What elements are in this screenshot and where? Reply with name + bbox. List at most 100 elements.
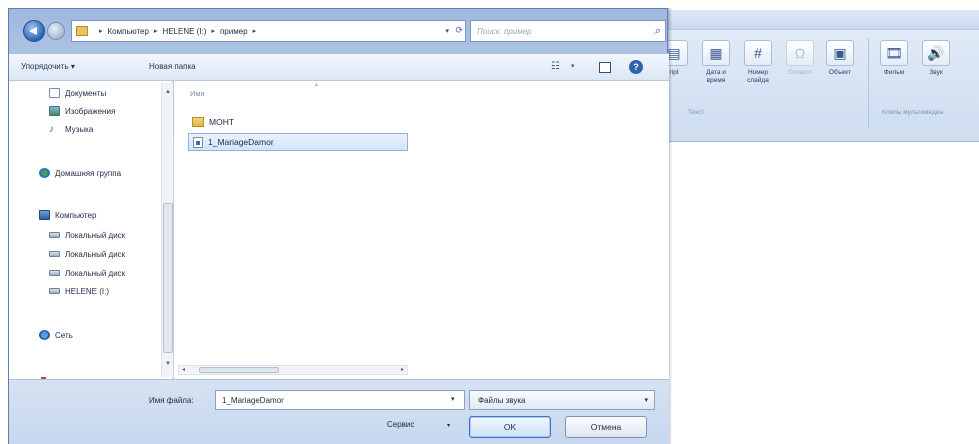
nav-item-pictures[interactable]: Изображения	[49, 103, 115, 119]
file-name: МОНТ	[209, 117, 235, 127]
scroll-down-icon[interactable]: ▼	[165, 361, 171, 367]
nav-item-music[interactable]: ♪ Музыка	[49, 121, 93, 137]
breadcrumb-drive[interactable]: HELENE (I:)	[162, 27, 206, 36]
file-name: 1_MariageDamor	[208, 137, 274, 147]
open-file-dialog: ▸ Компьютер ▸ HELENE (I:) ▸ пример ▸ ▾ ⟳…	[8, 8, 669, 444]
chevron-right-icon[interactable]: ▸	[154, 27, 158, 35]
nav-item-label: Изображения	[65, 106, 116, 116]
nav-item-label: Сеть	[55, 330, 73, 340]
ribbon: ▤ ript ▦ Дата и время # Номер слайда Ω С…	[660, 10, 979, 142]
nav-item-label: Локальный диск	[65, 268, 126, 278]
object-icon: ▣	[826, 40, 854, 66]
folder-icon	[192, 117, 204, 127]
filetype-selected-value: Файлы звука	[478, 395, 526, 405]
address-row: ▸ Компьютер ▸ HELENE (I:) ▸ пример ▸ ▾ ⟳…	[9, 9, 669, 53]
filename-field[interactable]	[215, 390, 465, 410]
search-placeholder: Поиск: пример	[477, 26, 532, 36]
ribbon-button-date-time[interactable]: ▦ Дата и время	[696, 36, 736, 85]
horizontal-scroll-thumb[interactable]	[199, 367, 279, 373]
chevron-down-icon[interactable]: ▾	[447, 422, 450, 429]
slide-number-icon: #	[744, 40, 772, 66]
nav-item-documents[interactable]: Документы	[49, 85, 106, 101]
cancel-button[interactable]: Отмена	[565, 416, 647, 438]
ribbon-button-symbol[interactable]: Ω Символ	[780, 36, 820, 77]
search-icon[interactable]: ⌕	[654, 25, 660, 38]
list-item[interactable]: МОНТ	[188, 113, 308, 131]
column-header-name[interactable]: Имя	[190, 89, 205, 98]
ribbon-button-object[interactable]: ▣ Объект	[820, 36, 860, 77]
drive-icon	[49, 232, 60, 238]
nav-item-label: Документы	[65, 88, 107, 98]
ribbon-button-label: Объект	[828, 69, 852, 76]
nav-item-local-disk-c[interactable]: Локальный диск	[49, 227, 125, 243]
chevron-down-icon[interactable]: ▾	[445, 27, 449, 35]
nav-item-label: Локальный диск	[65, 249, 126, 259]
preview-pane-icon[interactable]	[599, 62, 611, 73]
filename-label: Имя файла:	[149, 396, 194, 405]
calendar-icon: ▦	[702, 40, 730, 66]
nav-item-label: Компьютер	[55, 210, 97, 220]
ribbon-button-label: Дата и время	[706, 69, 726, 84]
network-icon	[39, 330, 50, 340]
nav-item-label: Музыка	[65, 124, 94, 134]
breadcrumb-folder[interactable]: пример	[220, 27, 248, 36]
filetype-select[interactable]: Файлы звука ▾	[469, 390, 655, 410]
breadcrumb-computer[interactable]: Компьютер	[108, 27, 149, 36]
ribbon-button-label: Звук	[929, 69, 943, 76]
forward-arrow-icon[interactable]	[47, 22, 65, 40]
refresh-icon[interactable]: ⟳	[455, 25, 463, 36]
ok-button[interactable]: OK	[469, 416, 551, 438]
speaker-icon: 🔊	[922, 40, 950, 66]
nav-scrollbar[interactable]: ▲ ▼	[161, 83, 173, 377]
chevron-right-icon[interactable]: ▸	[99, 27, 103, 35]
nav-item-label: HELENE (I:)	[65, 286, 110, 296]
dialog-footer: Имя файла: ▾ Файлы звука ▾ Сервис ▾ OK О…	[9, 379, 669, 444]
omega-symbol-icon: Ω	[786, 40, 814, 66]
film-icon: 🎞	[880, 40, 908, 66]
nav-item-computer[interactable]: Компьютер	[39, 207, 96, 223]
ribbon-tab-bar	[668, 10, 979, 30]
chevron-down-icon[interactable]: ▾	[571, 62, 575, 70]
music-icon: ♪	[49, 124, 54, 135]
address-bar[interactable]: ▸ Компьютер ▸ HELENE (I:) ▸ пример ▸ ▾ ⟳	[71, 20, 466, 42]
nav-item-helene-drive[interactable]: HELENE (I:)	[49, 283, 109, 299]
nav-item-homegroup[interactable]: Домашняя группа	[39, 165, 121, 181]
back-arrow-icon[interactable]	[23, 20, 45, 42]
scroll-left-icon[interactable]: ◂	[182, 366, 185, 373]
nav-item-label: Домашняя группа	[55, 168, 122, 178]
chevron-down-icon[interactable]: ▾	[451, 395, 455, 403]
help-icon[interactable]: ?	[629, 60, 643, 74]
search-input[interactable]: Поиск: пример ⌕	[470, 20, 666, 42]
nav-item-label: Локальный диск	[65, 230, 126, 240]
homegroup-icon	[39, 168, 50, 178]
scroll-right-icon[interactable]: ▸	[401, 366, 404, 373]
ribbon-button-label: Фильм	[883, 69, 905, 76]
nav-item-local-disk-e[interactable]: Локальный диск	[49, 265, 125, 281]
computer-icon	[39, 210, 50, 220]
ribbon-group-label-text: Текст	[688, 109, 705, 116]
sound-file-icon	[193, 136, 203, 148]
sort-caret-icon: ▲	[314, 82, 319, 88]
usb-drive-icon	[49, 288, 60, 294]
nav-scroll-thumb[interactable]	[163, 203, 173, 353]
nav-item-local-disk-d[interactable]: Локальный диск	[49, 246, 125, 262]
ribbon-button-label: Символ	[788, 69, 812, 76]
chevron-right-icon[interactable]: ▸	[253, 27, 257, 35]
nav-item-network[interactable]: Сеть	[39, 327, 73, 343]
ribbon-button-movie[interactable]: 🎞 Фильм	[874, 36, 914, 77]
view-options-icon[interactable]: ☷	[551, 61, 560, 72]
list-item[interactable]: 1_MariageDamor	[188, 133, 408, 151]
drive-icon	[49, 270, 60, 276]
ribbon-button-slide-number[interactable]: # Номер слайда	[738, 36, 778, 85]
new-folder-button[interactable]: Новая папка	[149, 62, 196, 71]
ribbon-button-sound[interactable]: 🔊 Звук	[916, 36, 956, 77]
navigation-pane: Документы Изображения ♪ Музыка Домашняя …	[9, 81, 173, 380]
file-list: Имя ▲ МОНТ 1_MariageDamor ◂ ▸	[174, 81, 669, 379]
chevron-down-icon: ▾	[644, 397, 648, 404]
horizontal-scrollbar[interactable]: ◂ ▸	[178, 365, 408, 375]
folder-icon	[76, 26, 88, 36]
scroll-up-icon[interactable]: ▲	[165, 89, 171, 95]
chevron-right-icon[interactable]: ▸	[211, 27, 215, 35]
tools-button[interactable]: Сервис	[387, 420, 414, 429]
organize-button[interactable]: Упорядочить ▾	[21, 62, 75, 71]
